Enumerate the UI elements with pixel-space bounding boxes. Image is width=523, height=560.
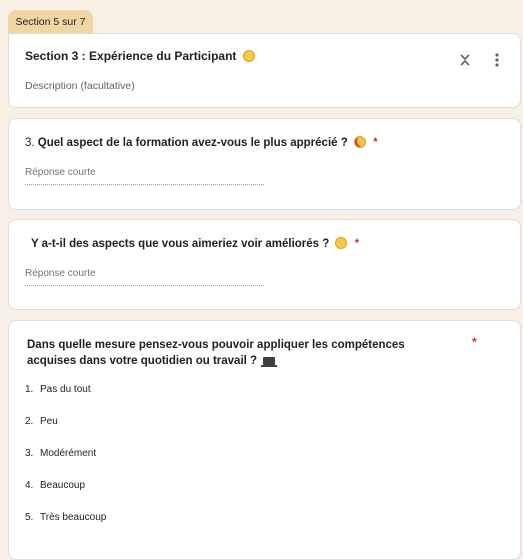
heart-eyes-emoji-icon xyxy=(353,136,366,148)
section-tab: Section 5 sur 7 xyxy=(8,10,93,34)
option-item[interactable]: 3. Modérément xyxy=(25,448,96,459)
question-title: 3. Quel aspect de la formation avez-vous… xyxy=(25,136,378,149)
question-title: Y a-t-il des aspects que vous aimeriez v… xyxy=(31,237,360,250)
smile-emoji-icon xyxy=(242,50,255,62)
more-vert-icon xyxy=(495,53,499,67)
option-item[interactable]: 5. Très beaucoup xyxy=(25,512,106,523)
required-asterisk: * xyxy=(373,137,378,149)
required-asterisk: * xyxy=(354,238,360,250)
laptop-emoji-icon xyxy=(261,357,278,367)
option-item[interactable]: 2. Peu xyxy=(25,416,58,427)
short-answer-field[interactable]: Réponse courte xyxy=(25,268,264,286)
section-title[interactable]: Section 3 : Expérience du Participant xyxy=(25,49,255,63)
required-asterisk: * xyxy=(472,335,477,349)
question-card[interactable]: 3. Quel aspect de la formation avez-vous… xyxy=(8,118,521,210)
section-description-field[interactable]: Description (facultative) xyxy=(25,80,135,92)
more-options-button[interactable] xyxy=(487,50,507,70)
option-item[interactable]: 4. Beaucoup xyxy=(25,480,85,491)
collapse-section-button[interactable] xyxy=(455,50,475,70)
question-card[interactable]: Dans quelle mesure pensez-vous pouvoir a… xyxy=(8,320,521,560)
section-header-card[interactable]: Section 3 : Expérience du Participant De… xyxy=(8,33,521,108)
collapse-icon xyxy=(460,54,470,66)
short-answer-field[interactable]: Réponse courte xyxy=(25,167,264,185)
question-title: Dans quelle mesure pensez-vous pouvoir a… xyxy=(27,339,405,367)
thinking-emoji-icon xyxy=(335,237,348,249)
option-item[interactable]: 1. Pas du tout xyxy=(25,384,91,395)
question-card[interactable]: Y a-t-il des aspects que vous aimeriez v… xyxy=(8,219,521,310)
